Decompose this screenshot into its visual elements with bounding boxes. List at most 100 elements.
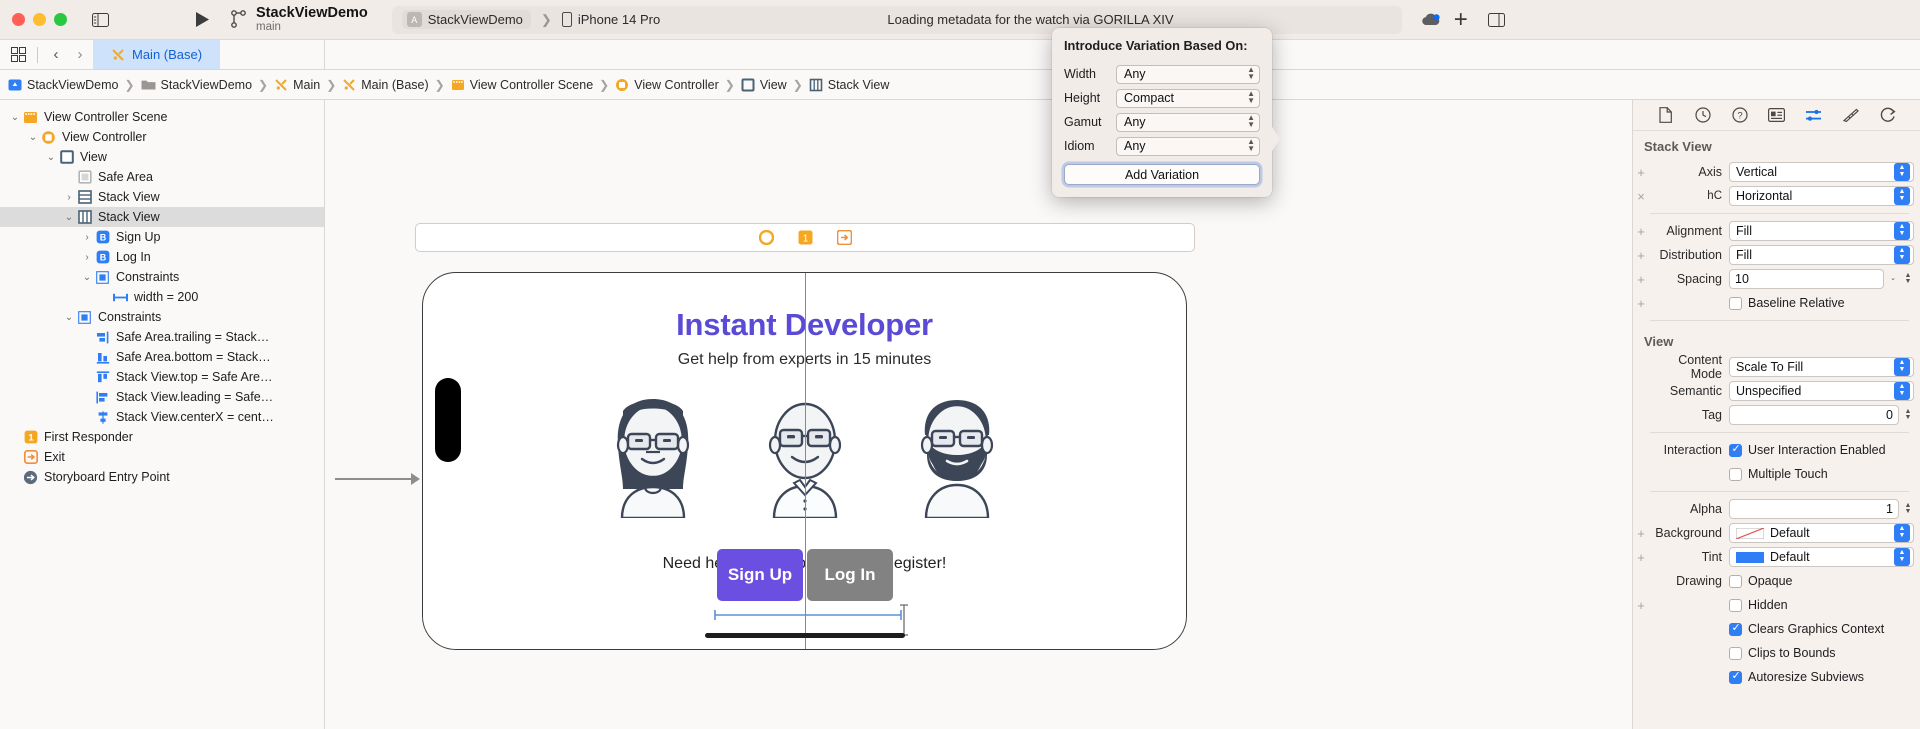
- hidden-row[interactable]: Hidden: [1729, 598, 1914, 612]
- forward-button[interactable]: ›: [69, 46, 91, 63]
- add-editor-button[interactable]: +: [1446, 6, 1476, 34]
- gamut-select[interactable]: Any ▲▼: [1116, 113, 1260, 132]
- outline-row[interactable]: ⌄Constraints: [0, 267, 324, 287]
- tag-stepper[interactable]: ▲▼: [1902, 409, 1914, 422]
- autoresize-checkbox[interactable]: [1729, 671, 1742, 684]
- alpha-stepper[interactable]: ▲▼: [1902, 503, 1914, 516]
- outline-row[interactable]: ·Exit: [0, 447, 324, 467]
- add-variation-plus-icon[interactable]: +: [1633, 248, 1649, 263]
- add-variation-plus-icon[interactable]: +: [1633, 550, 1649, 565]
- outline-row[interactable]: ·Safe Area.bottom = Stack…: [0, 347, 324, 367]
- help-inspector-icon[interactable]: ?: [1730, 106, 1750, 124]
- outline-row[interactable]: ·1First Responder: [0, 427, 324, 447]
- status-device-chip[interactable]: iPhone 14 Pro: [562, 12, 660, 27]
- back-button[interactable]: ‹: [45, 46, 67, 63]
- tag-input[interactable]: 0: [1729, 405, 1899, 425]
- device-preview[interactable]: Instant Developer Get help from experts …: [422, 272, 1187, 650]
- history-inspector-icon[interactable]: [1693, 106, 1713, 124]
- toggle-inspector-icon[interactable]: [1484, 9, 1510, 31]
- chevron-down-icon[interactable]: ⌄: [8, 112, 22, 123]
- breadcrumb-item-main[interactable]: Main: [274, 78, 320, 92]
- toggle-navigator-icon[interactable]: [87, 9, 113, 31]
- baseline-relative-row[interactable]: Baseline Relative: [1729, 296, 1914, 310]
- breadcrumb-item-stackview[interactable]: Stack View: [809, 78, 890, 92]
- outline-row[interactable]: ·Safe Area: [0, 167, 324, 187]
- axis-popup[interactable]: Vertical ▲▼: [1729, 162, 1914, 182]
- distribution-popup[interactable]: Fill ▲▼: [1729, 245, 1914, 265]
- background-popup[interactable]: Default ▲▼: [1729, 523, 1914, 543]
- zoom-window-button[interactable]: [54, 13, 67, 26]
- clips-bounds-row[interactable]: Clips to Bounds: [1729, 646, 1914, 660]
- outline-row[interactable]: ›BLog In: [0, 247, 324, 267]
- user-interaction-row[interactable]: User Interaction Enabled: [1729, 443, 1914, 457]
- add-variation-plus-icon[interactable]: +: [1633, 272, 1649, 287]
- size-inspector-icon[interactable]: [1841, 106, 1861, 124]
- opaque-row[interactable]: Opaque: [1729, 574, 1914, 588]
- breadcrumb-item-main-base[interactable]: Main (Base): [342, 78, 428, 92]
- interface-builder-canvas[interactable]: 1 Instant Developer Get help from expert…: [325, 100, 1632, 729]
- spacing-stepper[interactable]: ▲▼: [1902, 273, 1914, 286]
- exit-icon[interactable]: [836, 229, 853, 246]
- breadcrumb-item-scene[interactable]: View Controller Scene: [451, 78, 593, 92]
- close-window-button[interactable]: [12, 13, 25, 26]
- outline-row[interactable]: ⌄View Controller Scene: [0, 107, 324, 127]
- outline-row[interactable]: ·Stack View.top = Safe Are…: [0, 367, 324, 387]
- add-variation-plus-icon[interactable]: +: [1633, 526, 1649, 541]
- idiom-select[interactable]: Any ▲▼: [1116, 137, 1260, 156]
- clears-graphics-row[interactable]: Clears Graphics Context: [1729, 622, 1914, 636]
- add-variation-button[interactable]: Add Variation: [1064, 164, 1260, 185]
- add-variation-plus-icon[interactable]: +: [1633, 296, 1649, 311]
- multiple-touch-checkbox[interactable]: [1729, 468, 1742, 481]
- status-target-chip[interactable]: A StackViewDemo: [402, 10, 531, 29]
- semantic-popup[interactable]: Unspecified ▲▼: [1729, 381, 1914, 401]
- file-inspector-icon[interactable]: [1656, 106, 1676, 124]
- tab-main-base[interactable]: Main (Base): [93, 40, 220, 69]
- outline-row[interactable]: ⌄Stack View: [0, 207, 324, 227]
- width-select[interactable]: Any ▲▼: [1116, 65, 1260, 84]
- add-variation-plus-icon[interactable]: +: [1633, 165, 1649, 180]
- spacing-chevron-down-icon[interactable]: ⌄: [1887, 276, 1899, 282]
- breadcrumb-item-viewcontroller[interactable]: View Controller: [615, 78, 719, 92]
- chevron-down-icon[interactable]: ⌄: [80, 272, 94, 283]
- chevron-down-icon[interactable]: ⌄: [44, 152, 58, 163]
- cloud-status-icon[interactable]: [1416, 12, 1446, 28]
- outline-row[interactable]: ⌄View: [0, 147, 324, 167]
- remove-variation-x-icon[interactable]: ×: [1633, 189, 1649, 204]
- clears-graphics-checkbox[interactable]: [1729, 623, 1742, 636]
- baseline-relative-checkbox[interactable]: [1729, 297, 1742, 310]
- alignment-popup[interactable]: Fill ▲▼: [1729, 221, 1914, 241]
- chevron-right-icon[interactable]: ›: [62, 192, 76, 203]
- identity-inspector-icon[interactable]: [1767, 106, 1787, 124]
- opaque-checkbox[interactable]: [1729, 575, 1742, 588]
- outline-row[interactable]: ·Safe Area.trailing = Stack…: [0, 327, 324, 347]
- hidden-checkbox[interactable]: [1729, 599, 1742, 612]
- outline-row[interactable]: ·Storyboard Entry Point: [0, 467, 324, 487]
- navigator-grid-icon[interactable]: [6, 47, 30, 62]
- outline-row[interactable]: ⌄View Controller: [0, 127, 324, 147]
- attributes-inspector-icon[interactable]: [1804, 106, 1824, 124]
- content-mode-popup[interactable]: Scale To Fill ▲▼: [1729, 357, 1914, 377]
- clips-bounds-checkbox[interactable]: [1729, 647, 1742, 660]
- chevron-down-icon[interactable]: ⌄: [26, 132, 40, 143]
- connections-inspector-icon[interactable]: [1878, 106, 1898, 124]
- chevron-right-icon[interactable]: ›: [80, 252, 94, 263]
- chevron-down-icon[interactable]: ⌄: [62, 212, 76, 223]
- autoresize-row[interactable]: Autoresize Subviews: [1729, 670, 1914, 684]
- breadcrumb-item-view[interactable]: View: [741, 78, 787, 92]
- minimize-window-button[interactable]: [33, 13, 46, 26]
- outline-row[interactable]: ·width = 200: [0, 287, 324, 307]
- outline-row[interactable]: ›BSign Up: [0, 227, 324, 247]
- chevron-down-icon[interactable]: ⌄: [62, 312, 76, 323]
- breadcrumb-item-project[interactable]: StackViewDemo: [8, 78, 118, 92]
- login-button[interactable]: Log In: [807, 549, 893, 601]
- run-button[interactable]: [189, 9, 215, 31]
- add-variation-plus-icon[interactable]: +: [1633, 224, 1649, 239]
- hc-popup[interactable]: Horizontal ▲▼: [1729, 186, 1914, 206]
- first-responder-icon[interactable]: 1: [797, 229, 814, 246]
- scheme-selector[interactable]: StackViewDemo main: [231, 5, 368, 35]
- viewcontroller-icon[interactable]: [758, 229, 775, 246]
- signup-button[interactable]: Sign Up: [717, 549, 803, 601]
- user-interaction-checkbox[interactable]: [1729, 444, 1742, 457]
- introduce-variation-popover[interactable]: Introduce Variation Based On: Width Any …: [1052, 28, 1272, 197]
- tint-popup[interactable]: Default ▲▼: [1729, 547, 1914, 567]
